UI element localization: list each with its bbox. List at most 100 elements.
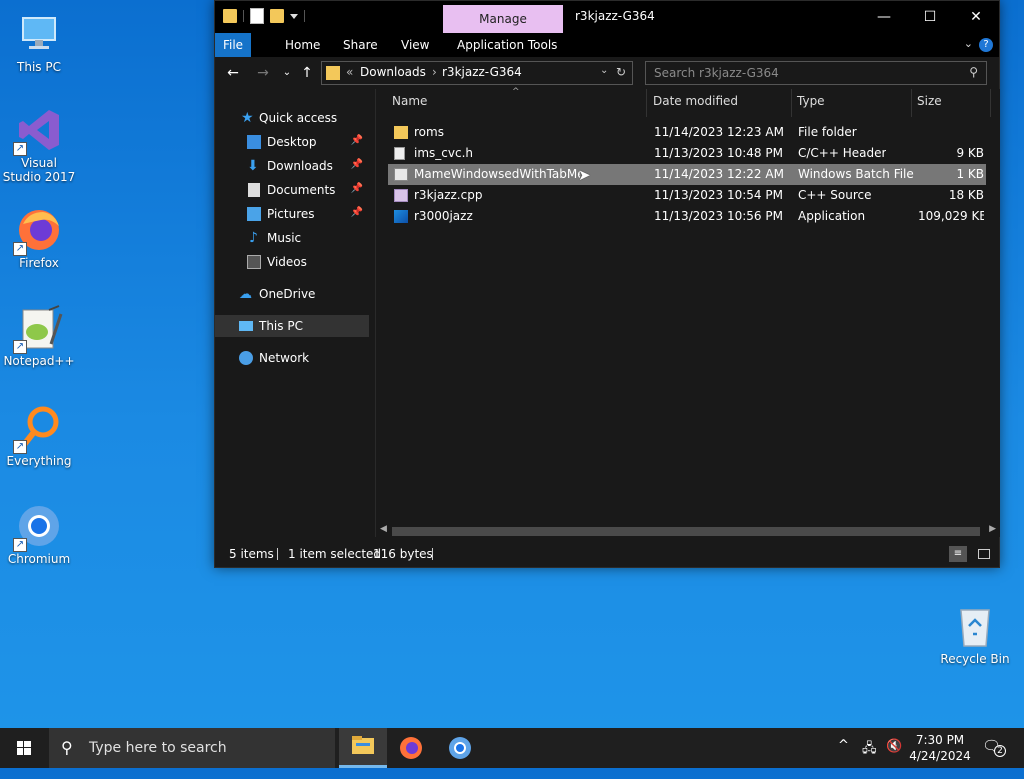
help-icon[interactable]: ?	[979, 38, 993, 52]
tab-application-tools[interactable]: Application Tools	[447, 33, 567, 57]
maximize-button[interactable]: ☐	[907, 1, 953, 33]
nav-label: Network	[259, 351, 310, 365]
scroll-right-icon[interactable]: ▶	[989, 524, 996, 534]
breadcrumb-separator-icon: ›	[432, 65, 437, 79]
search-box[interactable]: Search r3kjazz-G364 ⚲	[645, 61, 987, 85]
column-divider[interactable]	[911, 89, 912, 117]
desktop-icon-label: Notepad++	[3, 354, 75, 368]
navigation-pane: ★ Quick access Desktop 📌 ⬇ Downloads 📌 D…	[215, 89, 373, 537]
scroll-left-icon[interactable]: ◀	[380, 524, 387, 534]
shortcut-arrow-icon: ↗	[13, 242, 27, 256]
up-button[interactable]: ↑	[297, 63, 317, 83]
file-type: Windows Batch File	[798, 167, 914, 181]
nav-quick-access[interactable]: ★ Quick access	[215, 107, 369, 129]
breadcrumb-current-folder[interactable]: r3kjazz-G364	[442, 65, 522, 79]
desktop-icon-chromium[interactable]: ↗ Chromium	[1, 502, 77, 566]
shortcut-arrow-icon: ↗	[13, 142, 27, 156]
breadcrumb-overflow[interactable]: «	[346, 65, 353, 79]
shortcut-arrow-icon: ↗	[13, 538, 27, 552]
volume-tray-icon[interactable]: 🔇	[886, 739, 902, 779]
taskbar-firefox[interactable]	[387, 728, 435, 768]
column-header-date[interactable]: Date modified	[653, 94, 738, 108]
close-button[interactable]: ✕	[953, 1, 999, 33]
file-row[interactable]: roms 11/14/2023 12:23 AM File folder	[388, 122, 986, 143]
column-header-type[interactable]: Type	[797, 94, 825, 108]
nav-documents[interactable]: Documents 📌	[215, 179, 369, 201]
file-row[interactable]: r3000jazz 11/13/2023 10:56 PM Applicatio…	[388, 206, 986, 227]
column-divider[interactable]	[990, 89, 991, 117]
network-icon: 🖧	[862, 741, 877, 756]
file-date: 11/13/2023 10:56 PM	[654, 209, 783, 223]
column-divider[interactable]	[646, 89, 647, 117]
refresh-icon[interactable]: ↻	[616, 65, 626, 79]
column-header-name[interactable]: Name	[392, 94, 427, 108]
notification-center-button[interactable]: 🗨 2	[982, 737, 1006, 759]
scrollbar-thumb[interactable]	[392, 527, 980, 536]
nav-pictures[interactable]: Pictures 📌	[215, 203, 369, 225]
horizontal-scrollbar[interactable]: ◀ ▶	[376, 524, 1000, 537]
tab-share[interactable]: Share	[333, 33, 388, 57]
manage-context-tab[interactable]: Manage	[443, 5, 563, 33]
desktop-icon-visual-studio[interactable]: ↗ Visual Studio 2017	[1, 106, 77, 184]
desktop-icon-recycle-bin[interactable]: Recycle Bin	[937, 602, 1013, 666]
nav-label: OneDrive	[259, 287, 316, 301]
nav-desktop[interactable]: Desktop 📌	[215, 131, 369, 153]
taskbar-file-explorer[interactable]	[339, 728, 387, 768]
status-separator	[277, 548, 278, 560]
close-icon: ✕	[970, 9, 982, 25]
chevron-up-icon: ^	[838, 738, 849, 753]
file-row[interactable]: r3kjazz.cpp 11/13/2023 10:54 PM C++ Sour…	[388, 185, 986, 206]
minimize-icon: —	[877, 9, 891, 25]
title-bar[interactable]: Manage r3kjazz-G364 — ☐ ✕	[215, 1, 999, 33]
column-divider[interactable]	[791, 89, 792, 117]
expand-ribbon-chevron-icon[interactable]: ⌄	[964, 37, 973, 50]
separator	[243, 10, 244, 22]
address-bar[interactable]: « Downloads › r3kjazz-G364 ⌄ ↻	[321, 61, 633, 85]
show-hidden-icons-button[interactable]: ^	[838, 738, 849, 778]
nav-label: Desktop	[267, 135, 317, 149]
large-icons-view-button[interactable]	[975, 546, 993, 562]
network-tray-icon[interactable]: 🖧	[862, 739, 877, 779]
customize-dropdown-icon[interactable]	[290, 13, 298, 19]
pin-icon: 📌	[350, 183, 363, 194]
file-row[interactable]: ims_cvc.h 11/13/2023 10:48 PM C/C++ Head…	[388, 143, 986, 164]
desktop-icon-everything[interactable]: ↗ Everything	[1, 404, 77, 468]
folder-icon	[394, 126, 408, 139]
new-folder-icon[interactable]	[270, 9, 284, 23]
back-button[interactable]: ←	[223, 63, 243, 83]
cloud-icon: ☁	[239, 287, 252, 302]
recent-locations-button[interactable]: ⌄	[277, 63, 297, 83]
tab-view[interactable]: View	[391, 33, 439, 57]
desktop-icon-this-pc[interactable]: This PC	[1, 10, 77, 74]
desktop-icon-firefox[interactable]: ↗ Firefox	[1, 206, 77, 270]
forward-button[interactable]: →	[253, 63, 273, 83]
notepadpp-icon: ↗	[13, 304, 63, 354]
nav-network[interactable]: Network	[215, 347, 369, 369]
nav-this-pc[interactable]: This PC	[215, 315, 369, 337]
start-button[interactable]	[0, 728, 48, 768]
tab-home[interactable]: Home	[275, 33, 330, 57]
arrow-left-icon: ←	[227, 65, 239, 81]
details-view-button[interactable]: ≡	[949, 546, 967, 562]
minimize-button[interactable]: —	[861, 1, 907, 33]
separator	[304, 10, 305, 22]
network-icon	[239, 351, 253, 365]
file-name: roms	[414, 125, 444, 139]
properties-icon[interactable]	[250, 8, 264, 24]
nav-onedrive[interactable]: ☁ OneDrive	[215, 283, 369, 305]
nav-videos[interactable]: Videos	[215, 251, 369, 273]
nav-music[interactable]: ♪ Music	[215, 227, 369, 249]
file-name: r3000jazz	[414, 209, 473, 223]
breadcrumb-downloads[interactable]: Downloads	[360, 65, 426, 79]
pin-icon: 📌	[350, 159, 363, 170]
tab-file[interactable]: File	[215, 33, 251, 57]
desktop-icon-notepadpp[interactable]: ↗ Notepad++	[1, 304, 77, 368]
taskbar-chromium[interactable]	[436, 728, 484, 768]
taskbar-search[interactable]: ⚲ Type here to search	[49, 728, 335, 768]
clock[interactable]: 7:30 PM 4/24/2024	[906, 732, 974, 764]
file-row-selected[interactable]: MameWindowsedWithTabMenu 11/14/2023 12:2…	[388, 164, 986, 185]
nav-downloads[interactable]: ⬇ Downloads 📌	[215, 155, 369, 177]
column-header-size[interactable]: Size	[917, 94, 942, 108]
maximize-icon: ☐	[923, 9, 937, 25]
address-dropdown-icon[interactable]: ⌄	[600, 65, 608, 76]
